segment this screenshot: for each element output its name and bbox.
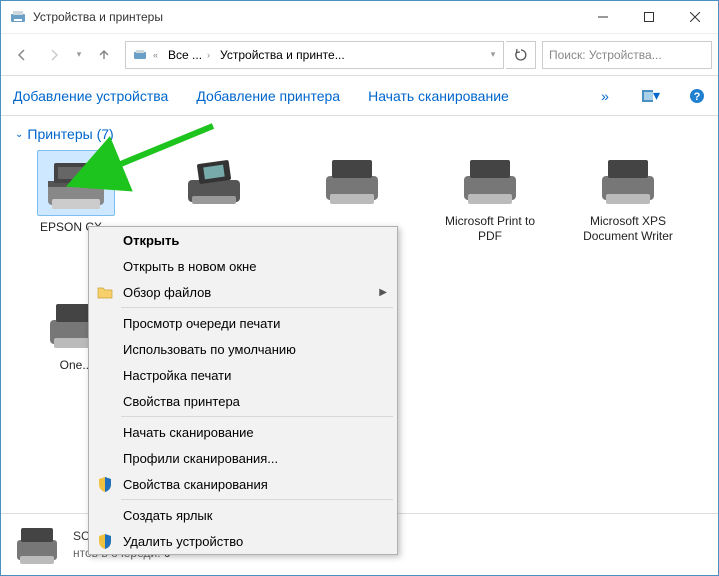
ctx-printer-props[interactable]: Свойства принтера [89, 388, 397, 414]
ctx-separator [121, 499, 393, 500]
chevron-down-icon: ⌄ [15, 129, 23, 140]
printer-icon [454, 150, 526, 210]
refresh-button[interactable] [506, 41, 536, 69]
printer-icon [316, 150, 388, 210]
add-printer-button[interactable]: Добавление принтера [196, 88, 340, 104]
devices-icon [9, 8, 27, 26]
submenu-arrow-icon: ▶ [379, 287, 387, 298]
search-placeholder: Поиск: Устройства... [549, 48, 662, 62]
window-title: Устройства и принтеры [33, 10, 163, 24]
breadcrumb-seg2[interactable]: Устройства и принте... [216, 48, 349, 62]
ctx-use-default[interactable]: Использовать по умолчанию [89, 336, 397, 362]
breadcrumb-seg1[interactable]: Все ...› [164, 48, 216, 62]
ctx-scan-profiles[interactable]: Профили сканирования... [89, 445, 397, 471]
printer-icon [11, 522, 63, 568]
ctx-separator [121, 307, 393, 308]
default-check-icon: ✓ [101, 150, 117, 166]
search-input[interactable]: Поиск: Устройства... [542, 41, 712, 69]
breadcrumb-root[interactable]: « [128, 47, 164, 63]
add-device-button[interactable]: Добавление устройства [13, 88, 168, 104]
context-menu: Открыть Открыть в новом окне Обзор файло… [88, 226, 398, 555]
help-button[interactable]: ? [688, 87, 706, 105]
ctx-create-shortcut[interactable]: Создать ярлык [89, 502, 397, 528]
printer-icon [592, 150, 664, 210]
shield-icon [96, 532, 114, 550]
ctx-browse-files[interactable]: Обзор файлов ▶ [89, 279, 397, 305]
chevron-right-icon: › [205, 50, 212, 60]
window: Устройства и принтеры ▾ « Все ...› Устро… [0, 0, 719, 576]
toolbar: Добавление устройства Добавление принтер… [1, 76, 718, 116]
folder-icon [96, 283, 114, 301]
shield-icon [96, 475, 114, 493]
forward-button[interactable] [39, 41, 69, 69]
ctx-view-queue[interactable]: Просмотр очереди печати [89, 310, 397, 336]
ctx-separator [121, 416, 393, 417]
titlebar: Устройства и принтеры [1, 1, 718, 34]
close-button[interactable] [672, 1, 718, 34]
toolbar-more-icon[interactable]: » [596, 87, 614, 105]
ctx-open-new-window[interactable]: Открыть в новом окне [89, 253, 397, 279]
address-bar[interactable]: « Все ...› Устройства и принте... ▾ [125, 41, 504, 69]
address-dropdown[interactable]: ▾ [485, 41, 501, 69]
maximize-button[interactable] [626, 1, 672, 34]
ctx-open[interactable]: Открыть [89, 227, 397, 253]
chevron-right-icon: « [151, 50, 160, 60]
ctx-print-settings[interactable]: Настройка печати [89, 362, 397, 388]
group-header-printers[interactable]: ⌄ Принтеры (7) [15, 126, 704, 142]
fax-icon [178, 150, 250, 210]
navbar: ▾ « Все ...› Устройства и принте... ▾ По… [1, 34, 718, 76]
device-label: Microsoft XPS Document Writer [573, 214, 683, 244]
group-label: Принтеры (7) [27, 126, 113, 142]
ctx-remove-device[interactable]: Удалить устройство [89, 528, 397, 554]
ctx-start-scan[interactable]: Начать сканирование [89, 419, 397, 445]
ctx-scan-props[interactable]: Свойства сканирования [89, 471, 397, 497]
up-button[interactable] [89, 41, 119, 69]
devices-small-icon [132, 47, 148, 63]
history-dropdown[interactable]: ▾ [71, 41, 87, 69]
device-item[interactable]: Microsoft Print to PDF [435, 150, 545, 244]
view-options-button[interactable]: ▾ [642, 87, 660, 105]
minimize-button[interactable] [580, 1, 626, 34]
start-scan-button[interactable]: Начать сканирование [368, 88, 509, 104]
back-button[interactable] [7, 41, 37, 69]
device-item[interactable]: Microsoft XPS Document Writer [573, 150, 683, 244]
svg-text:?: ? [694, 91, 701, 103]
device-label: Microsoft Print to PDF [435, 214, 545, 244]
